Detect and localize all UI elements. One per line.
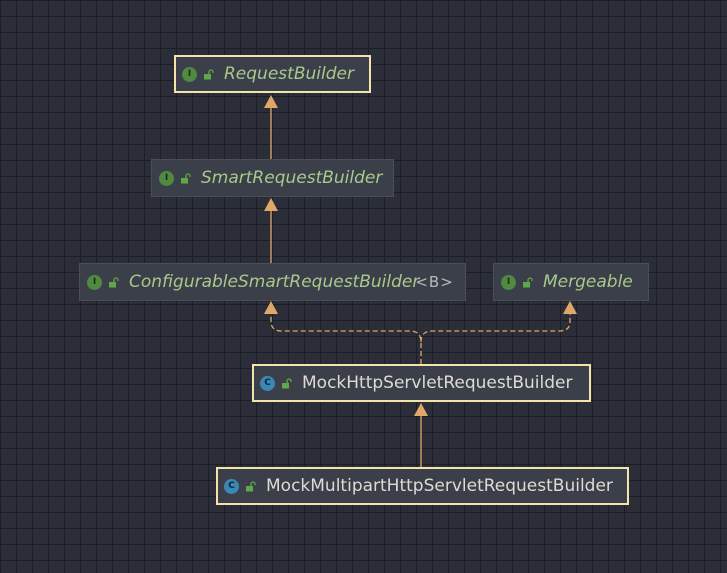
node-name: RequestBuilder	[224, 64, 354, 84]
node-smart-request-builder[interactable]: I SmartRequestBuilder	[151, 159, 394, 197]
arrowhead-mhs	[414, 403, 428, 416]
lock-open-icon	[246, 480, 256, 491]
node-name: Mergeable	[543, 272, 633, 292]
lock-open-icon	[282, 377, 292, 388]
class-icon: C	[224, 478, 239, 494]
node-configurable-smart-request-builder[interactable]: I ConfigurableSmartRequestBuilder <B>	[79, 263, 466, 301]
arrowhead-csrb	[264, 301, 278, 314]
lock-open-icon	[204, 68, 214, 79]
interface-icon: I	[159, 170, 174, 186]
node-mock-multipart-http-servlet-request-builder[interactable]: C MockMultipartHttpServletRequestBuilder	[216, 467, 629, 505]
node-name: MockMultipartHttpServletRequestBuilder	[266, 476, 613, 496]
diagram-canvas: I RequestBuilder I SmartRequestBuilder I…	[0, 0, 727, 573]
node-name: ConfigurableSmartRequestBuilder	[129, 272, 420, 292]
type-parameter: <B>	[415, 273, 454, 291]
lock-open-icon	[109, 276, 119, 287]
node-mock-http-servlet-request-builder[interactable]: C MockHttpServletRequestBuilder	[252, 364, 591, 402]
arrowhead-srb	[264, 198, 278, 211]
lock-open-icon	[181, 172, 191, 183]
edge-mhs-to-merg	[420, 314, 571, 343]
interface-icon: I	[501, 274, 516, 290]
interface-icon: I	[87, 274, 102, 290]
interface-icon: I	[182, 66, 197, 82]
lock-open-icon	[523, 276, 533, 287]
arrowhead-rb	[264, 95, 278, 108]
node-mergeable[interactable]: I Mergeable	[493, 263, 649, 301]
node-name: SmartRequestBuilder	[201, 168, 383, 188]
arrowhead-merg	[563, 301, 577, 314]
edge-mhs-to-csrb	[270, 314, 422, 364]
class-icon: C	[260, 375, 275, 391]
node-name: MockHttpServletRequestBuilder	[302, 373, 573, 393]
node-request-builder[interactable]: I RequestBuilder	[174, 55, 371, 93]
